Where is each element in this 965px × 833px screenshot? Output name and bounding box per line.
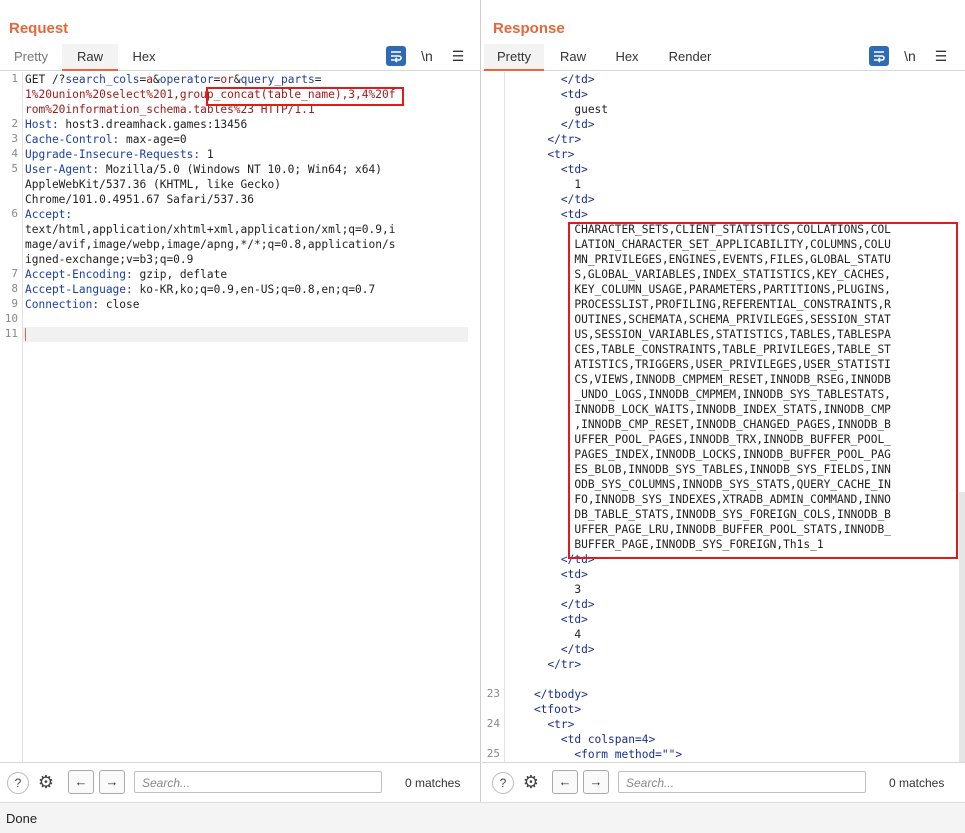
header-line: User-Agent: Mozilla/5.0 (Windows NT 10.0… bbox=[25, 163, 382, 176]
response-editor[interactable]: </td> <td> guest </td> </tr> <tr> <td> 1… bbox=[482, 72, 965, 762]
response-line: <tr> bbox=[507, 148, 575, 161]
response-line: <td colspan=4> bbox=[507, 733, 656, 746]
line-number: 5 bbox=[11, 162, 18, 175]
response-line: 3 bbox=[507, 583, 582, 596]
tab-response-raw[interactable]: Raw bbox=[552, 44, 594, 70]
line-number: 24 bbox=[486, 717, 500, 730]
header-line: Accept: bbox=[25, 208, 73, 221]
request-title: Request bbox=[9, 20, 69, 37]
highlight-box bbox=[568, 222, 958, 559]
request-pane: Request Pretty Raw Hex \n ☰ 1 2 3 4 5 6 … bbox=[0, 0, 481, 803]
request-gutter bbox=[0, 72, 23, 762]
header-line: Cache-Control: max-age=0 bbox=[25, 133, 187, 146]
response-line: </tr> bbox=[507, 658, 582, 671]
help-icon[interactable]: ? bbox=[492, 772, 514, 794]
line-number: 3 bbox=[11, 132, 18, 145]
search-input[interactable]: Search... bbox=[134, 771, 382, 793]
header-line: Accept-Language: ko-KR,ko;q=0.9,en-US;q=… bbox=[25, 283, 376, 296]
request-line: GET /?search_cols=a&operator=or&query_pa… bbox=[25, 73, 322, 86]
header-line: Accept-Encoding: gzip, deflate bbox=[25, 268, 228, 281]
line-number: 11 bbox=[4, 327, 18, 340]
response-line: </td> bbox=[507, 73, 595, 86]
newline-icon[interactable]: \n bbox=[417, 46, 437, 66]
newline-icon[interactable]: \n bbox=[900, 46, 920, 66]
response-line: </td> bbox=[507, 598, 595, 611]
line-number: 6 bbox=[11, 207, 18, 220]
response-line: <td> bbox=[507, 163, 588, 176]
header-line: igned-exchange;v=b3;q=0.9 bbox=[25, 253, 194, 266]
line-number: 25 bbox=[486, 747, 500, 760]
header-line: Chrome/101.0.4951.67 Safari/537.36 bbox=[25, 193, 255, 206]
search-input[interactable]: Search... bbox=[618, 771, 866, 793]
line-number: 10 bbox=[4, 312, 18, 325]
response-search-bar: ? ⚙ ← → Search... 0 matches bbox=[482, 762, 965, 803]
tab-response-render[interactable]: Render bbox=[662, 44, 718, 70]
wrap-icon[interactable] bbox=[869, 46, 889, 66]
arrow-left-icon[interactable]: ← bbox=[68, 770, 94, 794]
response-line: guest bbox=[507, 103, 609, 116]
arrow-left-icon[interactable]: ← bbox=[552, 770, 578, 794]
match-count: 0 matches bbox=[405, 776, 461, 790]
response-gutter bbox=[482, 72, 505, 762]
status-text: Done bbox=[6, 811, 38, 826]
response-line: 4 bbox=[507, 628, 582, 641]
line-number: 1 bbox=[11, 72, 18, 85]
header-line: Connection: close bbox=[25, 298, 140, 311]
request-tabs: Pretty Raw Hex bbox=[0, 44, 480, 71]
request-search-bar: ? ⚙ ← → Search... 0 matches bbox=[0, 762, 480, 803]
match-count: 0 matches bbox=[889, 776, 945, 790]
response-pane: Response Pretty Raw Hex Render \n ☰ </td… bbox=[482, 0, 965, 803]
response-line: </td> bbox=[507, 643, 595, 656]
line-number: 4 bbox=[11, 147, 18, 160]
menu-icon[interactable]: ☰ bbox=[931, 46, 951, 66]
help-icon[interactable]: ? bbox=[7, 772, 29, 794]
tab-request-raw[interactable]: Raw bbox=[62, 44, 118, 71]
response-line: <td> bbox=[507, 88, 588, 101]
response-title: Response bbox=[493, 20, 565, 37]
response-line: </td> bbox=[507, 193, 595, 206]
response-line: <td> bbox=[507, 613, 588, 626]
response-line: <tr> bbox=[507, 718, 575, 731]
gear-icon[interactable]: ⚙ bbox=[521, 772, 541, 792]
status-bar: Done bbox=[0, 802, 965, 833]
line-number: 9 bbox=[11, 297, 18, 310]
tab-request-hex[interactable]: Hex bbox=[124, 44, 164, 70]
menu-icon[interactable]: ☰ bbox=[448, 46, 468, 66]
response-line: <td> bbox=[507, 208, 588, 221]
header-line: mage/avif,image/webp,image/apng,*/*;q=0.… bbox=[25, 238, 396, 251]
tab-response-pretty[interactable]: Pretty bbox=[484, 44, 544, 71]
response-line: <tfoot> bbox=[507, 703, 582, 716]
header-line: Upgrade-Insecure-Requests: 1 bbox=[25, 148, 214, 161]
wrap-icon[interactable] bbox=[386, 46, 406, 66]
request-editor[interactable]: 1 2 3 4 5 6 7 8 9 10 11 GET /?search_col… bbox=[0, 72, 480, 762]
line-number: 8 bbox=[11, 282, 18, 295]
scrollbar[interactable] bbox=[959, 492, 965, 762]
header-line: Host: host3.dreamhack.games:13456 bbox=[25, 118, 248, 131]
response-line: 1 bbox=[507, 178, 582, 191]
response-tabs: Pretty Raw Hex Render bbox=[482, 44, 965, 71]
response-line: </tbody> bbox=[507, 688, 588, 701]
header-line: text/html,application/xhtml+xml,applicat… bbox=[25, 223, 396, 236]
line-number: 2 bbox=[11, 117, 18, 130]
tab-request-pretty[interactable]: Pretty bbox=[6, 44, 56, 70]
text-caret bbox=[25, 328, 26, 341]
line-number: 23 bbox=[486, 687, 500, 700]
response-line: </tr> bbox=[507, 133, 582, 146]
arrow-right-icon[interactable]: → bbox=[583, 770, 609, 794]
highlight-box bbox=[206, 87, 404, 106]
gear-icon[interactable]: ⚙ bbox=[36, 772, 56, 792]
response-line: <form method=""> bbox=[507, 748, 683, 761]
line-number: 7 bbox=[11, 267, 18, 280]
response-line: </td> bbox=[507, 118, 595, 131]
current-line-highlight bbox=[23, 327, 468, 342]
header-line: AppleWebKit/537.36 (KHTML, like Gecko) bbox=[25, 178, 281, 191]
tab-response-hex[interactable]: Hex bbox=[606, 44, 648, 70]
response-line: <td> bbox=[507, 568, 588, 581]
arrow-right-icon[interactable]: → bbox=[99, 770, 125, 794]
